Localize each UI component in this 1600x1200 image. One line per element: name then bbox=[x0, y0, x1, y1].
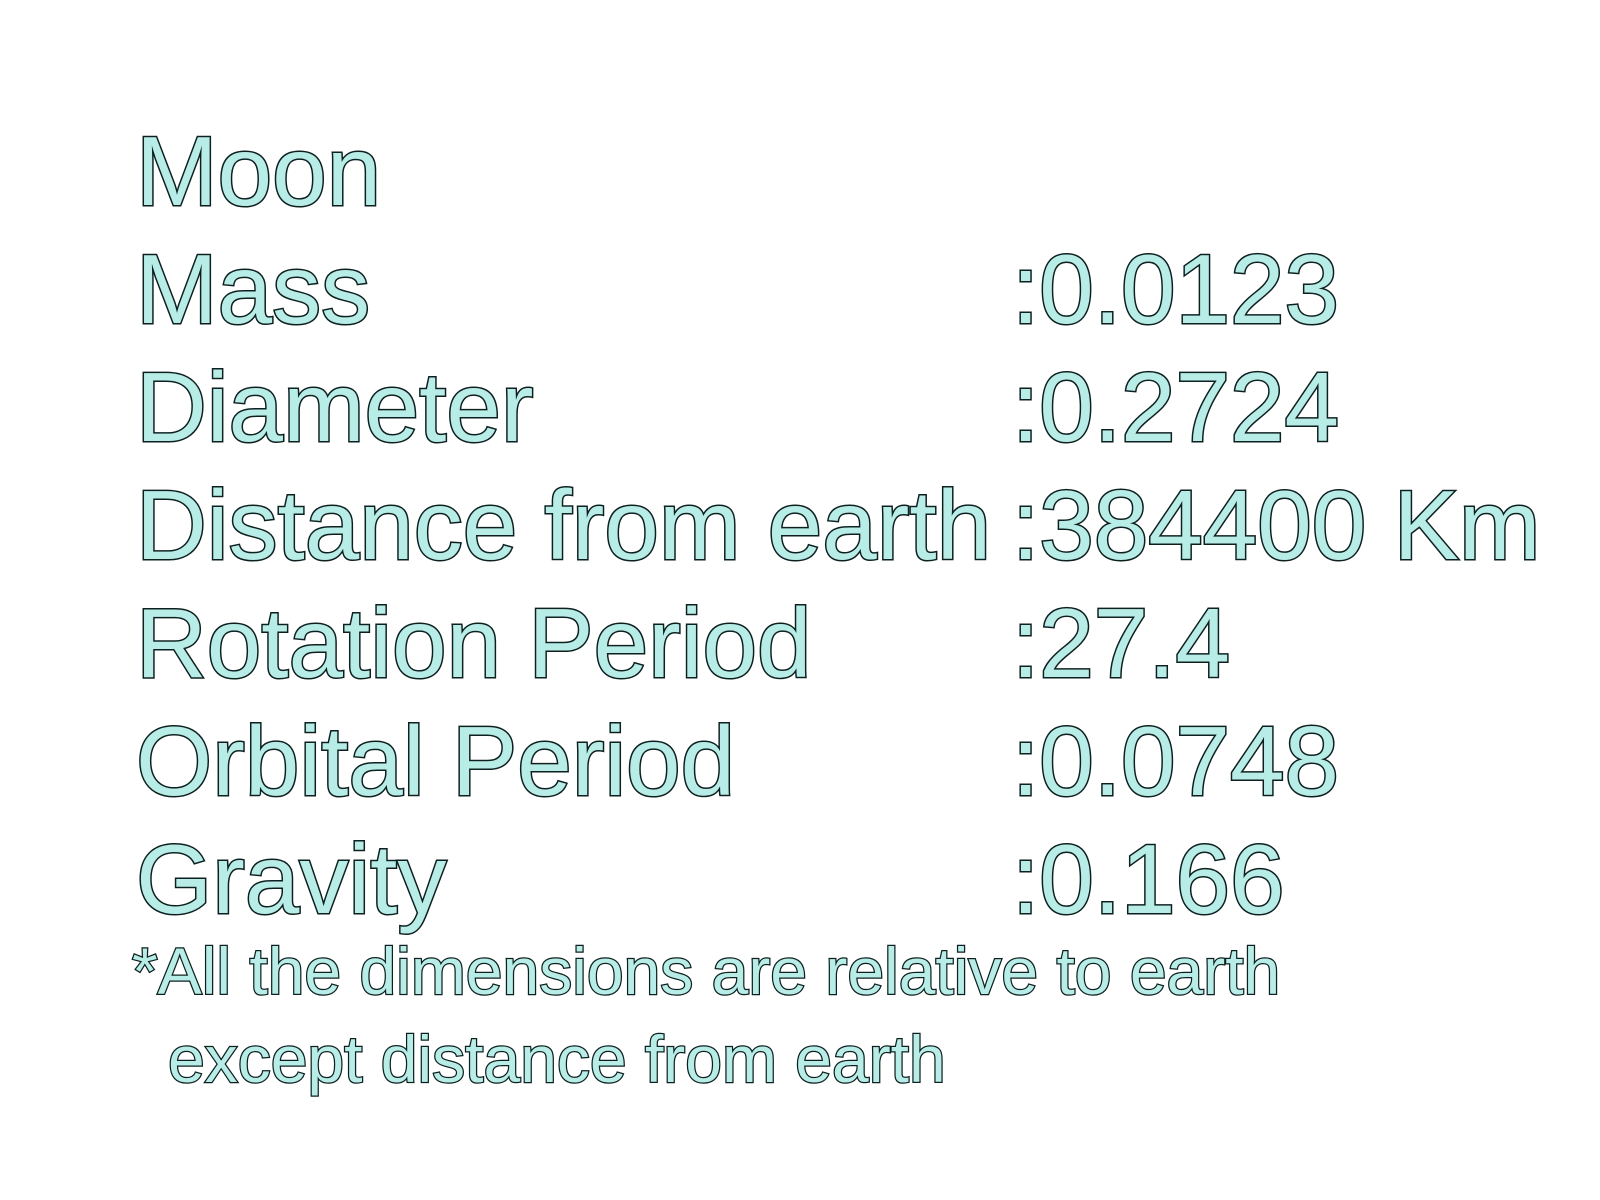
fact-row-mass: Mass :0.0123 bbox=[134, 234, 1586, 344]
fact-label: Diameter bbox=[135, 352, 536, 462]
fact-row-rotation-period: Rotation Period :27.4 bbox=[135, 588, 1586, 698]
fact-value: :0.0748 bbox=[1011, 706, 1341, 816]
fact-value: :27.4 bbox=[1011, 588, 1232, 698]
fact-label: Mass bbox=[134, 234, 371, 344]
slide: Moon Mass :0.0123 Diameter :0.2724 Dista… bbox=[0, 0, 1600, 1200]
fact-value: :0.0123 bbox=[1011, 234, 1341, 344]
fact-label: Gravity bbox=[134, 824, 447, 934]
fact-row-gravity: Gravity :0.166 bbox=[134, 824, 1586, 934]
footnote-line-2: except distance from earth bbox=[167, 1022, 947, 1096]
fact-row-orbital-period: Orbital Period :0.0748 bbox=[134, 706, 1586, 816]
page-title: Moon bbox=[134, 116, 382, 226]
fact-row-distance: Distance from earth :384400 Km bbox=[134, 470, 1586, 580]
fact-label: Distance from earth bbox=[134, 470, 992, 580]
fact-value: :0.166 bbox=[1010, 824, 1285, 934]
fact-value: :0.2724 bbox=[1011, 352, 1341, 462]
fact-row-diameter: Diameter :0.2724 bbox=[135, 352, 1586, 462]
fact-value: :384400 Km bbox=[1010, 470, 1541, 580]
fact-label: Orbital Period bbox=[134, 706, 736, 816]
fact-label: Rotation Period bbox=[135, 588, 814, 698]
footnote-line-1: *All the dimensions are relative to eart… bbox=[131, 934, 1282, 1008]
